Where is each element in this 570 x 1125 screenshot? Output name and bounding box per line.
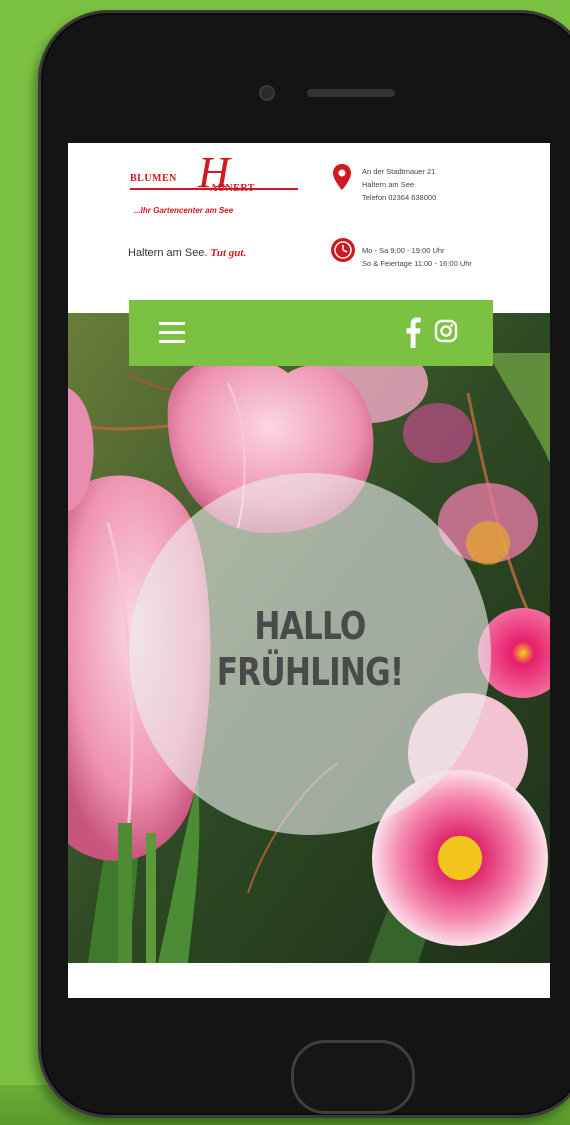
address-line-street: An der Stadtmauer 21 <box>362 167 436 176</box>
hero-title: HALLO FRÜHLING! <box>162 603 459 695</box>
front-camera <box>259 85 275 101</box>
brand-logo[interactable]: BLUMEN H AUNERT ...Ihr Gartencenter am S… <box>130 151 310 221</box>
content-area <box>68 963 550 998</box>
facebook-icon[interactable] <box>405 316 421 348</box>
home-button[interactable] <box>291 1040 415 1114</box>
navigation-bar <box>129 300 493 366</box>
phone-number[interactable]: Telefon 02364 638000 <box>362 191 436 204</box>
hero-banner: HALLO FRÜHLING! <box>68 313 550 963</box>
hamburger-menu-icon[interactable] <box>159 322 185 344</box>
logo-underline <box>130 188 298 190</box>
address-block: An der Stadtmauer 21 Haltern am See Tele… <box>362 165 436 204</box>
town-slogan: Haltern am See. Tut gut. <box>128 247 246 259</box>
logo-tagline: ...Ihr Gartencenter am See <box>134 206 234 215</box>
slogan-script: Tut gut. <box>210 247 247 259</box>
hero-title-line1: HALLO <box>254 604 366 648</box>
phone-screen: BLUMEN H AUNERT ...Ihr Gartencenter am S… <box>68 143 550 998</box>
clock-icon <box>331 238 355 262</box>
hours-sundays: So & Feiertage 11:00 - 16:00 Uhr <box>362 259 472 268</box>
opening-hours-block: Mo - Sa 9:00 - 19:00 Uhr So & Feiertage … <box>362 244 472 270</box>
slogan-town: Haltern am See. <box>128 247 208 259</box>
earpiece-speaker <box>307 89 395 97</box>
logo-word-left: BLUMEN <box>130 173 177 184</box>
instagram-icon[interactable] <box>434 319 458 343</box>
hero-title-line2: FRÜHLING! <box>216 650 404 694</box>
address-line-city: Haltern am See <box>362 180 415 189</box>
map-pin-icon <box>333 164 351 190</box>
hours-weekdays: Mo - Sa 9:00 - 19:00 Uhr <box>362 246 445 255</box>
